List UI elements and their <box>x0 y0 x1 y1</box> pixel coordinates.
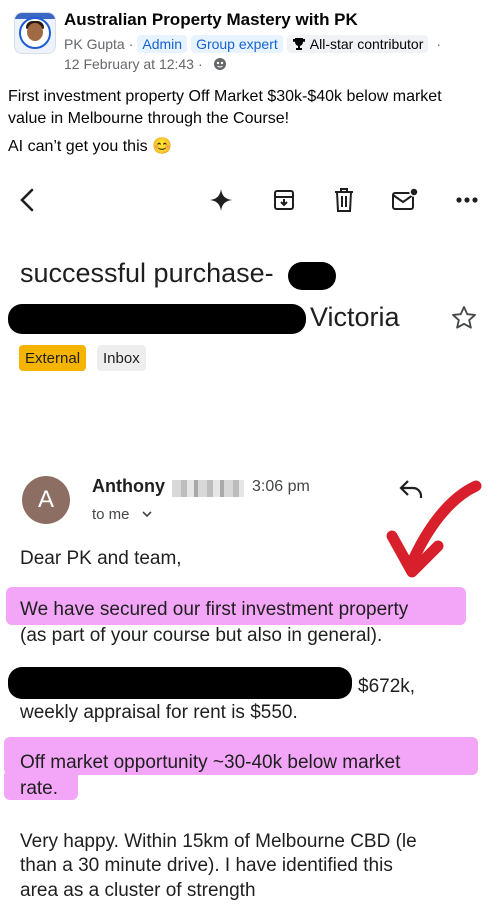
group-avatar[interactable] <box>14 12 56 54</box>
email-body-line: weekly appraisal for rent is $550. <box>20 702 298 723</box>
redaction <box>288 262 336 290</box>
redaction <box>8 667 352 699</box>
author-name[interactable]: PK Gupta <box>64 36 125 52</box>
red-arrow-annotation <box>386 480 482 578</box>
email-body-line: rate. <box>20 778 59 799</box>
admin-badge: Admin <box>137 35 188 53</box>
sender-avatar[interactable]: A <box>22 476 70 524</box>
separator: · <box>197 56 203 72</box>
email-price: $672k, <box>358 676 416 697</box>
email-greeting: Dear PK and team, <box>20 548 182 569</box>
post-text-line: First investment property Off Market $30… <box>8 88 442 105</box>
blurred-email-address <box>172 480 244 497</box>
star-icon[interactable] <box>451 305 477 336</box>
subject-text: successful purchase- <box>20 258 274 288</box>
back-arrow-icon[interactable] <box>14 186 42 214</box>
label-inbox[interactable]: Inbox <box>97 345 146 371</box>
email-body-line: (as part of your course but also in gene… <box>20 625 383 646</box>
post-text-line: AI can’t get you this 😊 <box>8 138 172 155</box>
group-expert-badge: Group expert <box>191 35 283 53</box>
email-body-line: area as a cluster of strength <box>20 880 256 901</box>
post-text-line: value in Melbourne through the Course! <box>8 110 290 127</box>
post-date[interactable]: 12 February at 12:43 <box>64 56 194 72</box>
label-external[interactable]: External <box>19 345 87 371</box>
separator: · <box>128 36 134 52</box>
archive-icon[interactable] <box>270 186 298 214</box>
email-body-line: Off market opportunity ~30-40k below mar… <box>20 752 401 773</box>
recipient-details[interactable]: to me <box>92 506 152 523</box>
email-subject-location: Victoria <box>310 302 400 332</box>
trophy-icon <box>292 38 305 50</box>
post-date-row: 12 February at 12:43 · <box>64 56 227 72</box>
mail-unread-icon[interactable] <box>391 186 419 214</box>
more-icon[interactable] <box>453 186 481 214</box>
sender-name[interactable]: Anthony <box>92 476 165 497</box>
chevron-down-icon[interactable] <box>141 511 152 518</box>
author-meta: PK Gupta · Admin Group expert All-star c… <box>64 34 445 54</box>
email-subject-line1: successful purchase- <box>20 258 274 289</box>
globe-icon <box>213 58 226 70</box>
email-body-line: We have secured our first investment pro… <box>20 599 409 620</box>
email-body-line: Very happy. Within 15km of Melbourne CBD… <box>20 831 417 852</box>
all-star-badge: All-star contributor <box>286 35 429 53</box>
trash-icon[interactable] <box>330 186 358 214</box>
redaction <box>8 304 306 334</box>
sparkle-icon[interactable] <box>207 186 235 214</box>
group-name[interactable]: Australian Property Mastery with PK <box>64 10 358 30</box>
all-star-label: All-star contributor <box>309 36 424 52</box>
email-time: 3:06 pm <box>252 478 310 495</box>
email-body-line: than a 30 minute drive). I have identifi… <box>20 855 393 876</box>
recipient-label: to me <box>92 506 130 523</box>
separator: · <box>436 36 442 52</box>
